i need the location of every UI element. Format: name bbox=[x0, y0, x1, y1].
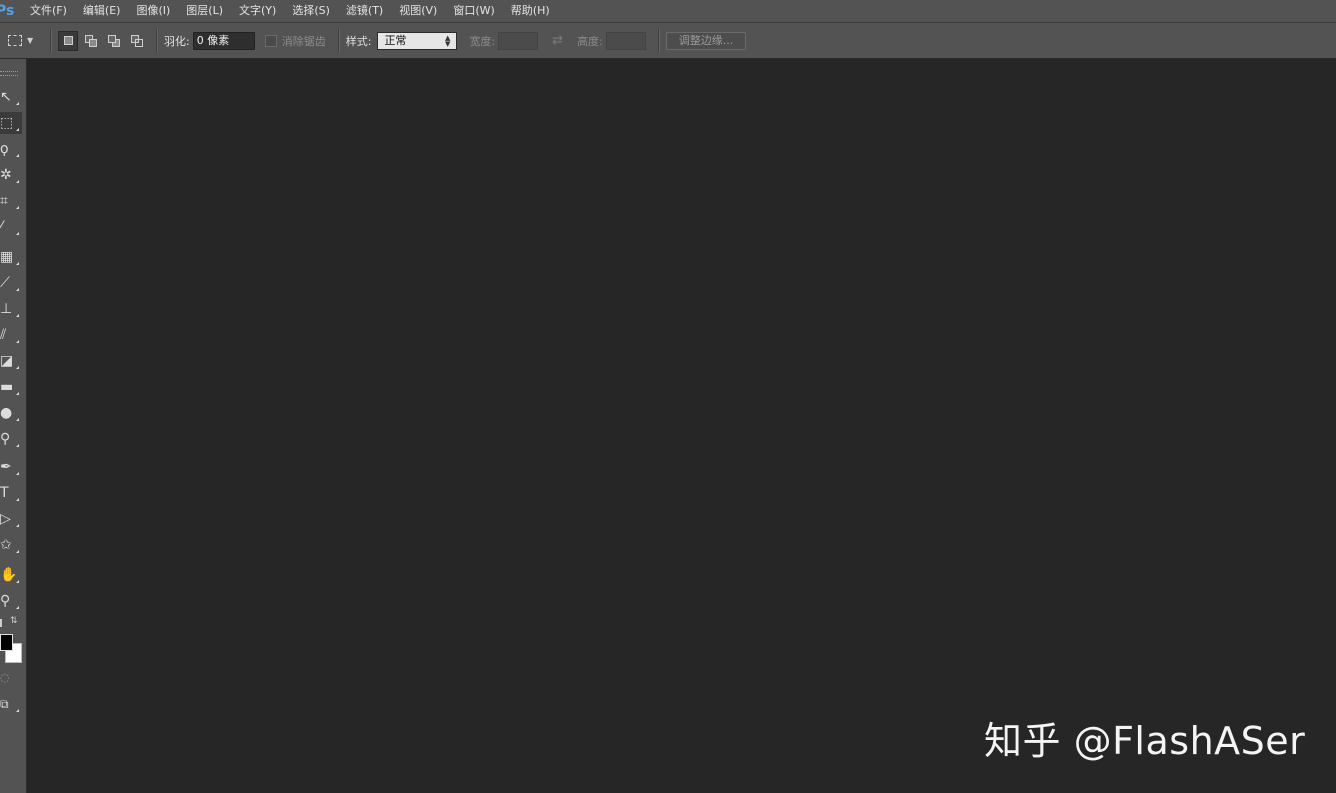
flyout-indicator bbox=[16, 232, 19, 235]
flyout-indicator bbox=[16, 340, 19, 343]
flyout-indicator bbox=[16, 444, 19, 447]
width-label: 宽度: bbox=[469, 34, 496, 48]
style-value: 正常 bbox=[384, 33, 407, 47]
pen-tool[interactable]: ✒ bbox=[0, 456, 22, 478]
custom-shape-tool[interactable]: ✩ bbox=[0, 534, 22, 556]
separator bbox=[337, 28, 340, 53]
tool-preset-picker[interactable]: ▼ bbox=[8, 35, 44, 46]
flyout-indicator bbox=[16, 498, 19, 501]
separator bbox=[50, 28, 52, 53]
menu-bar: Ps 文件(F) 编辑(E) 图像(I) 图层(L) 文字(Y) 选择(S) 滤… bbox=[0, 0, 1336, 23]
type-tool[interactable]: T bbox=[0, 482, 22, 504]
feather-label: 羽化: bbox=[164, 34, 190, 48]
photoshop-window: Ps 文件(F) 编辑(E) 图像(I) 图层(L) 文字(Y) 选择(S) 滤… bbox=[0, 0, 1336, 793]
rectangular-marquee-tool[interactable]: ⬚ bbox=[0, 112, 22, 134]
style-select[interactable]: 正常 ▲ ▼ bbox=[377, 31, 458, 50]
healing-brush-tool[interactable]: ▦ bbox=[0, 246, 22, 268]
document-workspace[interactable] bbox=[27, 59, 1336, 793]
menu-image[interactable]: 图像(I) bbox=[128, 0, 178, 22]
quick-mask-button[interactable]: ◌ bbox=[0, 667, 22, 689]
flyout-indicator bbox=[16, 288, 19, 291]
menu-filter[interactable]: 滤镜(T) bbox=[338, 0, 391, 22]
dodge-tool[interactable]: ⚲ bbox=[0, 428, 22, 450]
flyout-indicator bbox=[16, 128, 19, 131]
separator bbox=[657, 28, 660, 53]
path-selection-tool[interactable]: ▷ bbox=[0, 508, 22, 530]
flyout-indicator bbox=[16, 392, 19, 395]
history-brush-tool[interactable]: ⫽ bbox=[0, 324, 22, 346]
gradient-tool[interactable]: ▬ bbox=[0, 376, 22, 398]
style-label: 样式: bbox=[345, 34, 372, 48]
refine-edge-button[interactable]: 调整边缘... bbox=[665, 31, 747, 50]
menu-edit[interactable]: 编辑(E) bbox=[75, 0, 129, 22]
separator bbox=[156, 28, 158, 53]
menu-window[interactable]: 窗口(W) bbox=[445, 0, 502, 22]
screen-mode-button[interactable]: ⧉ bbox=[0, 693, 22, 715]
brush-tool[interactable]: ⟋ bbox=[0, 272, 22, 294]
flyout-indicator bbox=[16, 180, 19, 183]
new-selection-icon bbox=[63, 36, 73, 45]
eraser-tool[interactable]: ◪ bbox=[0, 350, 22, 372]
flyout-indicator bbox=[16, 606, 19, 609]
menu-select[interactable]: 选择(S) bbox=[284, 0, 338, 22]
menu-view[interactable]: 视图(V) bbox=[391, 0, 445, 22]
menu-type[interactable]: 文字(Y) bbox=[231, 0, 284, 22]
feather-input[interactable]: 0 像素 bbox=[192, 31, 255, 50]
menu-layer[interactable]: 图层(L) bbox=[178, 0, 231, 22]
flyout-indicator bbox=[16, 550, 19, 553]
flyout-indicator bbox=[16, 314, 19, 317]
swap-width-height-icon[interactable]: ⇄ bbox=[552, 33, 563, 48]
add-selection-icon bbox=[85, 34, 97, 47]
select-arrows-icon: ▲ ▼ bbox=[445, 33, 451, 48]
magic-wand-tool[interactable]: ✲ bbox=[0, 164, 22, 186]
eyedropper-tool[interactable]: ⁄ bbox=[0, 216, 22, 238]
chevron-down-icon: ▼ bbox=[27, 36, 34, 45]
zoom-tool[interactable]: ⚲ bbox=[0, 590, 22, 612]
flyout-indicator bbox=[16, 206, 19, 209]
menu-file[interactable]: 文件(F) bbox=[22, 0, 75, 22]
watermark: 知乎 @FlashASer bbox=[984, 719, 1306, 763]
flyout-indicator bbox=[16, 580, 19, 583]
height-input[interactable] bbox=[605, 31, 646, 50]
clone-stamp-tool[interactable]: ⊥ bbox=[0, 298, 22, 320]
crop-tool[interactable]: ⌗ bbox=[0, 190, 22, 212]
flyout-indicator bbox=[16, 472, 19, 475]
foreground-color-swatch[interactable] bbox=[0, 634, 13, 651]
tools-panel: ↖ ⬚ ϙ ✲ ⌗ ⁄ ▦ ⟋ ⊥ ⫽ ◪ ▬ ● ⚲ ✒ T ▷ ✩ ✋ ⚲ ⇅ ◌ ⧉ bbox=[0, 59, 27, 793]
subtract-from-selection-button[interactable] bbox=[104, 31, 124, 51]
marquee-icon bbox=[8, 35, 22, 46]
flyout-indicator bbox=[16, 102, 19, 105]
ps-logo: Ps bbox=[0, 3, 15, 19]
lasso-tool[interactable]: ϙ bbox=[0, 138, 22, 160]
anti-alias-checkbox[interactable] bbox=[264, 34, 277, 47]
default-colors-icon[interactable] bbox=[0, 619, 2, 627]
panel-grip[interactable] bbox=[0, 71, 18, 76]
add-to-selection-button[interactable] bbox=[81, 31, 101, 51]
flyout-indicator bbox=[16, 262, 19, 265]
intersect-selection-icon bbox=[131, 34, 143, 47]
move-tool[interactable]: ↖ bbox=[0, 86, 22, 108]
blur-tool[interactable]: ● bbox=[0, 402, 22, 424]
menu-help[interactable]: 帮助(H) bbox=[503, 0, 558, 22]
swap-colors-icon[interactable]: ⇅ bbox=[10, 616, 18, 626]
flyout-indicator bbox=[16, 524, 19, 527]
width-input[interactable] bbox=[498, 31, 539, 50]
hand-tool[interactable]: ✋ bbox=[0, 564, 22, 586]
flyout-indicator bbox=[16, 366, 19, 369]
new-selection-button[interactable] bbox=[58, 30, 78, 51]
options-bar: ▼ 羽化: 0 像素 消除锯齿 样式: 正常 ▲ ▼ 宽度: ⇄ 高度: 调整边… bbox=[0, 23, 1336, 59]
intersect-selection-button[interactable] bbox=[127, 31, 147, 51]
subtract-selection-icon bbox=[108, 34, 120, 47]
anti-alias-label: 消除锯齿 bbox=[281, 34, 326, 48]
flyout-indicator bbox=[16, 418, 19, 421]
quick-mask-icon: ◌ bbox=[0, 671, 10, 684]
flyout-indicator bbox=[16, 154, 19, 157]
height-label: 高度: bbox=[577, 34, 603, 48]
